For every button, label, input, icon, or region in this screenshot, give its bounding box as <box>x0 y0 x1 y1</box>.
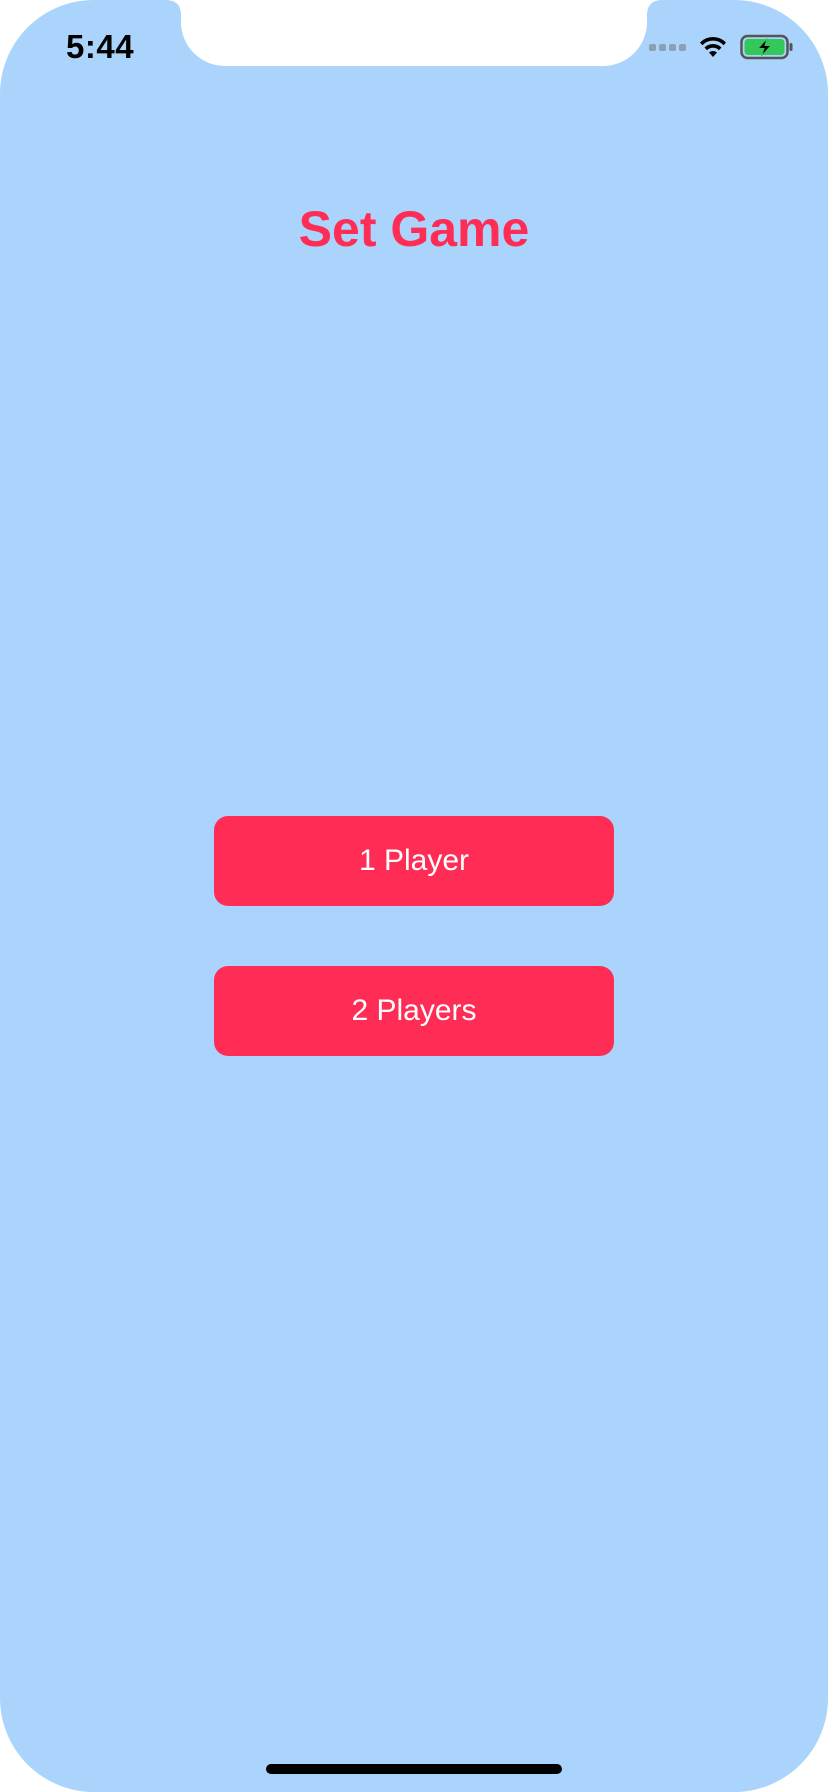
battery-charging-icon <box>740 34 793 60</box>
device-frame: 5:44 Set Game 1 Player 2 Players <box>0 0 828 1792</box>
app-screen: 5:44 Set Game 1 Player 2 Players <box>0 0 828 1792</box>
wifi-icon <box>700 36 726 57</box>
notch <box>169 0 659 66</box>
status-icons <box>649 34 794 60</box>
one-player-button[interactable]: 1 Player <box>214 816 614 906</box>
two-players-button[interactable]: 2 Players <box>214 966 614 1056</box>
home-indicator[interactable] <box>266 1764 562 1774</box>
page-title: Set Game <box>298 201 530 257</box>
status-time: 5:44 <box>66 28 135 65</box>
cellular-signal-icon <box>649 43 686 51</box>
